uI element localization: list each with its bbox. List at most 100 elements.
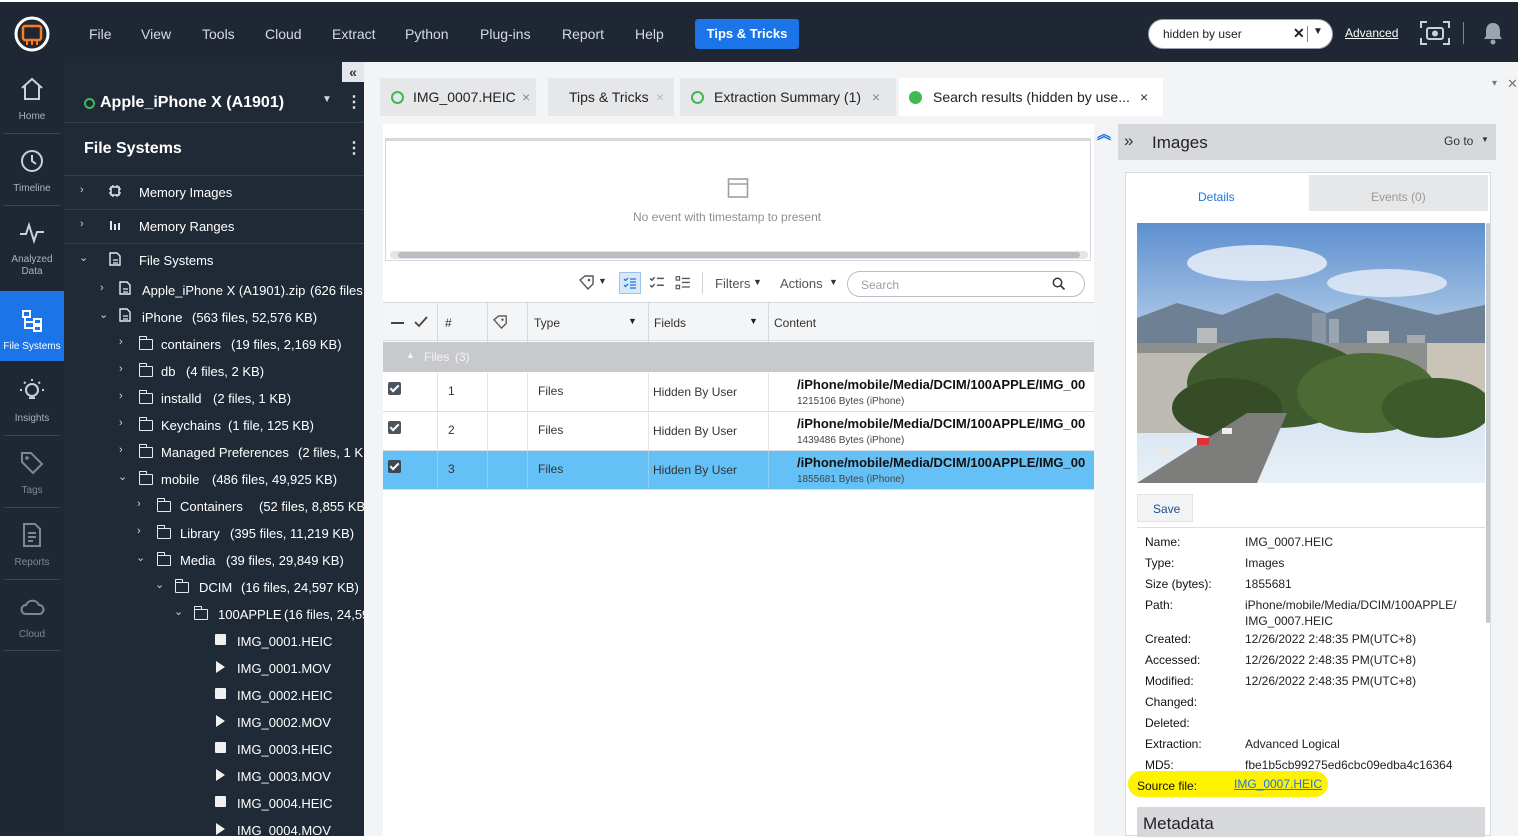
col-header-content[interactable]: Content [774, 316, 816, 330]
rail-reports[interactable]: Reports [0, 508, 64, 578]
collapse-timeline-icon[interactable]: ︽ [1097, 124, 1111, 144]
tab-extraction-summary[interactable]: Extraction Summary (1) × [680, 78, 896, 116]
tree-file-item[interactable]: IMG_0004.HEIC [64, 791, 364, 818]
rail-tags[interactable]: Tags [0, 436, 64, 506]
tag-column-icon[interactable] [493, 315, 510, 330]
tips-and-tricks-button[interactable]: Tips & Tricks [695, 19, 799, 49]
global-search-input[interactable]: hidden by user ✕ ▼ [1148, 19, 1333, 49]
filters-dropdown-icon[interactable]: ▼ [753, 277, 762, 287]
tree-node-dcim[interactable]: ⌄ DCIM (16 files, 24,597 KB) [64, 575, 364, 602]
close-icon[interactable]: × [1140, 89, 1148, 105]
tree-node-containers[interactable]: › containers (19 files, 2,169 KB) [64, 332, 364, 359]
device-menu-icon[interactable]: ⋮ [346, 92, 362, 112]
tree-node-file-systems[interactable]: ⌄ File Systems [64, 248, 364, 275]
goto-button[interactable]: Go to [1444, 134, 1473, 148]
tag-dropdown-icon[interactable]: ▼ [598, 276, 607, 286]
col-header-num[interactable]: # [445, 316, 452, 330]
row-checkbox[interactable] [388, 421, 401, 434]
close-icon[interactable]: × [522, 89, 530, 105]
section-menu-icon[interactable]: ⋮ [346, 138, 362, 158]
tab-tips-and-tricks[interactable]: Tips & Tricks × [548, 78, 674, 116]
tree-node-zip[interactable]: › Apple_iPhone X (A1901).zip (626 files [64, 278, 364, 305]
menu-report[interactable]: Report [562, 26, 604, 42]
metadata-header[interactable]: Metadata [1137, 807, 1485, 837]
tab-img-0007[interactable]: IMG_0007.HEIC × [380, 78, 536, 116]
goto-dropdown-icon[interactable]: ▼ [1481, 135, 1489, 144]
clear-search-icon[interactable]: ✕ [1293, 25, 1305, 42]
list-view-icon[interactable] [675, 275, 691, 291]
chevron-down-icon[interactable]: ⌄ [99, 308, 108, 321]
tree-node-installd[interactable]: › installd (2 files, 1 KB) [64, 386, 364, 413]
tree-node-mobile-containers[interactable]: › Containers (52 files, 8,855 KB) [64, 494, 364, 521]
tree-node-100apple[interactable]: ⌄ 100APPLE (16 files, 24,59 [64, 602, 364, 629]
filters-button[interactable]: Filters [715, 276, 750, 291]
timeline-scrollbar-thumb[interactable] [398, 252, 1080, 258]
timeline-scrollbar[interactable] [390, 251, 1088, 259]
close-icon[interactable]: × [656, 89, 664, 105]
chevron-right-icon[interactable]: › [119, 417, 123, 429]
chevron-right-icon[interactable]: › [137, 525, 141, 537]
tree-file-item[interactable]: IMG_0002.MOV [64, 710, 364, 737]
row-checkbox[interactable] [388, 460, 401, 473]
device-dropdown-icon[interactable]: ▼ [322, 94, 332, 105]
chevron-right-icon[interactable]: › [119, 336, 123, 348]
group-row-files[interactable]: ▲ Files (3) [383, 342, 1094, 372]
rail-file-systems[interactable]: File Systems [0, 291, 64, 361]
chevron-right-icon[interactable]: › [119, 444, 123, 456]
menu-cloud[interactable]: Cloud [265, 26, 302, 42]
chevron-down-icon[interactable]: ⌄ [136, 551, 145, 564]
tree-node-mobile[interactable]: ⌄ mobile (486 files, 49,925 KB) [64, 467, 364, 494]
tree-node-media[interactable]: ⌄ Media (39 files, 29,849 KB) [64, 548, 364, 575]
rail-cloud[interactable]: Cloud [0, 580, 64, 650]
source-file-link[interactable]: IMG_0007.HEIC [1234, 777, 1322, 791]
checklist-icon[interactable] [649, 275, 665, 291]
tree-file-item[interactable]: IMG_0003.HEIC [64, 737, 364, 764]
tree-node-keychains[interactable]: › Keychains (1 file, 125 KB) [64, 413, 364, 440]
rail-insights[interactable]: Insights [0, 364, 64, 434]
actions-dropdown-icon[interactable]: ▼ [829, 277, 838, 287]
tab-list-dropdown-icon[interactable]: ▾ [1492, 78, 1497, 89]
col-header-fields[interactable]: Fields [654, 316, 686, 330]
details-scrollbar[interactable] [1486, 223, 1490, 623]
tree-node-memory-ranges[interactable]: › Memory Ranges [64, 214, 364, 241]
chevron-down-icon[interactable]: ⌄ [174, 605, 183, 618]
chevron-down-icon[interactable]: ⌄ [118, 470, 127, 483]
table-row[interactable]: 3 Files Hidden By User/iPhone/mobile/Media… [383, 451, 1094, 490]
menu-tools[interactable]: Tools [202, 26, 235, 42]
chevron-right-icon[interactable]: › [137, 498, 141, 510]
collapse-panel-button[interactable]: « [342, 62, 364, 82]
collapse-group-icon[interactable]: ▲ [406, 350, 415, 360]
close-icon[interactable]: × [872, 89, 880, 105]
search-dropdown-icon[interactable]: ▼ [1313, 26, 1323, 37]
tab-events[interactable]: Events (0) [1309, 175, 1488, 211]
app-logo-icon[interactable] [12, 16, 52, 52]
chevron-right-icon[interactable]: › [80, 184, 84, 196]
fields-filter-dropdown-icon[interactable]: ▼ [749, 316, 758, 326]
tree-node-library[interactable]: › Library (395 files, 11,219 KB) [64, 521, 364, 548]
deselect-all-icon[interactable] [391, 322, 404, 324]
tree-node-db[interactable]: › db (4 files, 2 KB) [64, 359, 364, 386]
menu-plugins[interactable]: Plug-ins [480, 26, 531, 42]
menu-python[interactable]: Python [405, 26, 449, 42]
menu-file[interactable]: File [89, 26, 112, 42]
chevron-right-icon[interactable]: › [119, 390, 123, 402]
grid-search-input[interactable]: Search [847, 271, 1085, 297]
view-list-checked-button[interactable] [619, 272, 641, 294]
menu-help[interactable]: Help [635, 26, 664, 42]
notification-bell-icon[interactable] [1482, 21, 1504, 45]
chevron-down-icon[interactable]: ⌄ [79, 251, 88, 264]
save-button[interactable]: Save [1137, 494, 1193, 522]
rail-analyzed-data[interactable]: Analyzed Data [0, 206, 64, 277]
advanced-search-link[interactable]: Advanced [1345, 26, 1398, 40]
tree-node-memory-images[interactable]: › Memory Images [64, 180, 364, 207]
chevron-right-icon[interactable]: › [80, 218, 84, 230]
menu-extract[interactable]: Extract [332, 26, 376, 42]
col-header-type[interactable]: Type [534, 316, 560, 330]
tab-search-results[interactable]: Search results (hidden by use... × [899, 78, 1163, 116]
row-checkbox[interactable] [388, 382, 401, 395]
tree-file-item[interactable]: IMG_0001.MOV [64, 656, 364, 683]
tree-file-item[interactable]: IMG_0002.HEIC [64, 683, 364, 710]
image-preview[interactable] [1137, 223, 1485, 483]
tab-details[interactable]: Details [1127, 175, 1305, 211]
menu-view[interactable]: View [141, 26, 171, 42]
